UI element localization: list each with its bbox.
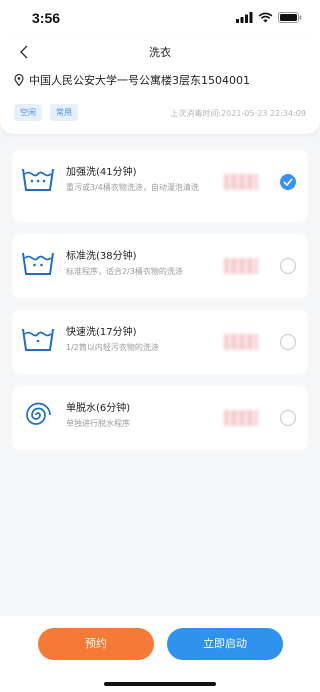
program-desc: 重污或3/4桶衣物洗涤，自动漫泡清洗 (66, 183, 199, 192)
location-address: 中国人民公安大学一号公寓楼3层东1504001 (29, 74, 250, 87)
wash-intensive-icon (22, 168, 54, 191)
book-button[interactable]: 预约 (38, 628, 154, 660)
program-option-intensive[interactable]: 加强洗(41分钟) 重污或3/4桶衣物洗涤，自动漫泡清洗 (12, 150, 308, 222)
header-card: 洗衣 中国人民公安大学一号公寓楼3层东1504001 空闲 常用 上次消毒时间:… (0, 36, 320, 134)
status-bar: 3:56 (0, 0, 320, 36)
radio-unselected[interactable] (280, 334, 296, 350)
radio-unselected[interactable] (280, 258, 296, 274)
home-indicator (104, 682, 216, 686)
program-title: 标准洗(38分钟) (66, 251, 137, 262)
tag-status: 空闲 (14, 104, 42, 121)
last-disinfection-time: 上次消毒时间:2021-05-23 22:34:09 (170, 109, 306, 118)
program-title: 单脱水(6分钟) (66, 403, 131, 414)
wash-standard-icon (22, 252, 54, 275)
program-option-standard[interactable]: 标准洗(38分钟) 标准程序，适合2/3桶衣物的洗涤 (12, 234, 308, 298)
program-price (224, 258, 258, 274)
program-title: 快速洗(17分钟) (66, 327, 137, 338)
wifi-icon (258, 12, 273, 23)
program-option-spin[interactable]: 单脱水(6分钟) 单独进行脱水程序 (12, 386, 308, 450)
battery-icon (278, 12, 302, 23)
location-pin-icon (14, 74, 24, 86)
bottom-action-bar: 预约 立即启动 (0, 616, 320, 692)
status-time: 3:56 (32, 10, 61, 26)
program-price (224, 334, 258, 350)
tag-frequent: 常用 (50, 104, 78, 121)
program-option-quick[interactable]: 快速洗(17分钟) 1/2筒以内轻污衣物的洗涤 (12, 310, 308, 374)
check-icon (283, 178, 293, 186)
program-desc: 单独进行脱水程序 (66, 419, 130, 428)
program-price (224, 174, 258, 190)
program-title: 加强洗(41分钟) (66, 167, 137, 178)
program-price (224, 410, 258, 426)
radio-unselected[interactable] (280, 410, 296, 426)
start-now-button[interactable]: 立即启动 (167, 628, 283, 660)
spin-icon (26, 402, 51, 425)
page-title: 洗衣 (149, 46, 171, 59)
location-row: 中国人民公安大学一号公寓楼3层东1504001 (14, 72, 250, 88)
wash-quick-icon (22, 328, 54, 351)
radio-selected[interactable] (280, 174, 296, 190)
status-icons (236, 12, 302, 23)
tags-row: 空闲 常用 (14, 104, 78, 121)
program-list: 加强洗(41分钟) 重污或3/4桶衣物洗涤，自动漫泡清洗 标准洗(38分钟) 标… (12, 150, 308, 462)
program-desc: 标准程序，适合2/3桶衣物的洗涤 (66, 267, 183, 276)
program-desc: 1/2筒以内轻污衣物的洗涤 (66, 343, 159, 352)
signal-icon (236, 12, 253, 23)
